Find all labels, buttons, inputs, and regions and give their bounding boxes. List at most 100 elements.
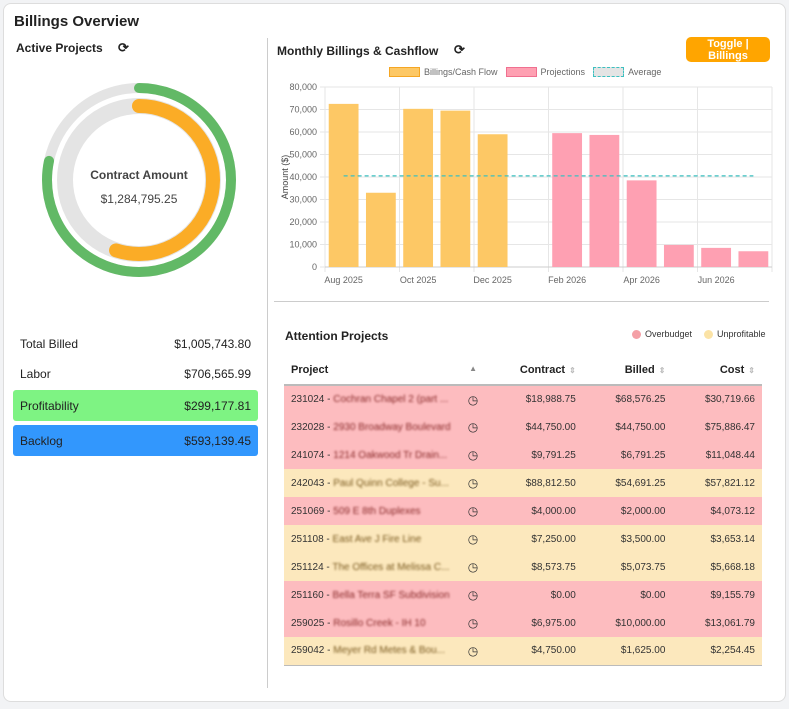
- contract-cell: $88,812.50: [525, 477, 576, 489]
- contract-cell: $8,573.75: [531, 561, 576, 573]
- column-cost[interactable]: Cost ⇕: [672, 355, 762, 386]
- bar-billings-cash-flow: [328, 103, 359, 267]
- project-cell[interactable]: 242043 - Paul Quinn College - Su...: [284, 469, 462, 497]
- table-row[interactable]: 242043 - Paul Quinn College - Su... ◷ $8…: [284, 469, 762, 497]
- stat-value: $1,005,743.80: [174, 336, 251, 351]
- table-row[interactable]: 241074 - 1214 Oakwood Tr Drain... ◷ $9,7…: [284, 441, 762, 469]
- clock-icon[interactable]: ◷: [462, 525, 484, 553]
- billed-cell: $54,691.25: [615, 477, 666, 489]
- page-title: Billings Overview: [14, 13, 140, 30]
- project-cell[interactable]: 259025 - Rosillo Creek - IH 10: [284, 609, 462, 637]
- column-billed[interactable]: Billed ⇕: [582, 355, 673, 386]
- contract-cell: $6,975.00: [531, 617, 576, 629]
- attention-projects-table: Project ▲ Contract ⇕ Billed ⇕ Cost ⇕ 231024 …: [284, 355, 762, 666]
- x-tick-label: Feb 2026: [548, 275, 586, 285]
- clock-icon[interactable]: ◷: [462, 637, 484, 666]
- legend-swatch-projections: [505, 67, 537, 77]
- project-cell[interactable]: 251108 - East Ave J Fire Line: [284, 525, 462, 553]
- cost-cell: $11,048.44: [705, 449, 755, 461]
- legend-swatch-average: [593, 67, 625, 77]
- billed-cell: $68,576.25: [615, 394, 666, 405]
- donut-center-value: $1,284,795.25: [101, 192, 178, 206]
- clock-icon[interactable]: ◷: [462, 441, 484, 469]
- table-row[interactable]: 251160 - Bella Terra SF Subdivision ◷ $0…: [284, 581, 762, 609]
- stat-label: Profitability: [20, 398, 79, 413]
- table-row[interactable]: 251069 - 509 E 8th Duplexes ◷ $4,000.00 …: [284, 497, 762, 525]
- project-cell[interactable]: 251069 - 509 E 8th Duplexes: [284, 497, 462, 525]
- project-cell[interactable]: 251160 - Bella Terra SF Subdivision: [284, 581, 462, 609]
- billed-cell: $10,000.00: [615, 617, 666, 629]
- project-cell[interactable]: 232028 - 2930 Broadway Boulevard: [284, 413, 462, 441]
- clock-icon[interactable]: ◷: [462, 609, 484, 637]
- x-tick-label: Jun 2026: [698, 275, 735, 285]
- stat-backlog: Backlog $593,139.45: [13, 425, 258, 456]
- clock-icon[interactable]: ◷: [462, 497, 484, 525]
- y-tick-label: 40,000: [289, 172, 317, 182]
- x-tick-label: Dec 2025: [473, 275, 512, 285]
- column-project[interactable]: Project ▲: [284, 355, 484, 386]
- y-axis-label: Amount ($): [280, 155, 290, 200]
- bar-projections: [589, 134, 620, 267]
- project-cell[interactable]: 231024 - Cochran Chapel 2 (part ...: [284, 385, 462, 413]
- stat-labor: Labor $706,565.99: [13, 358, 258, 389]
- table-row[interactable]: 251124 - The Offices at Melissa C... ◷ $…: [284, 553, 762, 581]
- clock-icon[interactable]: ◷: [462, 581, 484, 609]
- donut-center-label: Contract Amount: [90, 168, 188, 182]
- y-tick-label: 80,000: [289, 82, 317, 92]
- billed-cell: $0.00: [640, 589, 666, 601]
- toggle-billings-button[interactable]: Toggle | Billings: [686, 37, 770, 62]
- bar-projections: [552, 133, 583, 267]
- cost-cell: $4,073.12: [710, 505, 756, 517]
- project-cell[interactable]: 259042 - Meyer Rd Metes & Bou...: [284, 637, 462, 666]
- billed-cell: $5,073.75: [620, 561, 666, 573]
- legend-label[interactable]: Billings/Cash Flow: [424, 67, 498, 77]
- legend-label[interactable]: Projections: [541, 67, 586, 77]
- cost-cell: $57,821.12: [704, 477, 755, 489]
- y-tick-label: 30,000: [289, 195, 317, 205]
- clock-icon[interactable]: ◷: [462, 413, 484, 441]
- stat-label: Total Billed: [20, 336, 79, 351]
- bar-billings-cash-flow: [365, 192, 396, 267]
- table-row[interactable]: 231024 - Cochran Chapel 2 (part ... ◷ $1…: [284, 385, 762, 413]
- column-contract[interactable]: Contract ⇕: [484, 355, 583, 386]
- clock-icon[interactable]: ◷: [462, 385, 484, 413]
- cost-cell: $2,254.45: [672, 637, 762, 666]
- billed-cell: $1,625.00: [582, 637, 673, 666]
- table-row[interactable]: 232028 - 2930 Broadway Boulevard ◷ $44,7…: [284, 413, 762, 441]
- x-tick-label: Oct 2025: [400, 275, 437, 285]
- cost-cell: $5,668.18: [710, 561, 756, 573]
- stat-profitability: Profitability $299,177.81: [13, 390, 258, 421]
- y-tick-label: 0: [312, 262, 317, 272]
- contract-donut-chart: Contract Amount $1,284,795.25: [42, 83, 236, 277]
- bar-billings-cash-flow: [440, 110, 471, 267]
- refresh-monthly-icon[interactable]: ⟳: [454, 42, 465, 58]
- table-row[interactable]: 259042 - Meyer Rd Metes & Bou... ◷ $4,75…: [284, 637, 762, 666]
- x-tick-label: Apr 2026: [623, 275, 660, 285]
- section-divider: [274, 301, 769, 302]
- contract-cell: $4,000.00: [531, 505, 576, 517]
- y-tick-label: 70,000: [289, 105, 317, 115]
- attention-projects-title: Attention Projects: [285, 329, 389, 343]
- stat-total-billed: Total Billed $1,005,743.80: [13, 328, 258, 359]
- contract-cell: $7,250.00: [531, 533, 576, 545]
- project-cell[interactable]: 251124 - The Offices at Melissa C...: [284, 553, 462, 581]
- clock-icon[interactable]: ◷: [462, 469, 484, 497]
- legend-unprofitable: Unprofitable: [717, 329, 766, 339]
- clock-icon[interactable]: ◷: [462, 553, 484, 581]
- bar-projections: [663, 244, 694, 267]
- table-row[interactable]: 259025 - Rosillo Creek - IH 10 ◷ $6,975.…: [284, 609, 762, 637]
- project-cell[interactable]: 241074 - 1214 Oakwood Tr Drain...: [284, 441, 462, 469]
- contract-cell: $18,988.75: [525, 394, 576, 405]
- stat-value: $593,139.45: [184, 433, 251, 448]
- refresh-active-projects-icon[interactable]: ⟳: [118, 40, 129, 56]
- stat-value: $706,565.99: [184, 366, 251, 381]
- bar-projections: [738, 251, 769, 267]
- table-row[interactable]: 251108 - East Ave J Fire Line ◷ $7,250.0…: [284, 525, 762, 553]
- contract-cell: $44,750.00: [525, 421, 576, 433]
- bar-billings-cash-flow: [403, 108, 434, 267]
- contract-cell: $4,750.00: [484, 637, 583, 666]
- cost-cell: $9,155.79: [710, 589, 756, 601]
- legend-overbudget: Overbudget: [645, 329, 693, 339]
- legend-label[interactable]: Average: [628, 67, 661, 77]
- y-tick-label: 50,000: [289, 150, 317, 160]
